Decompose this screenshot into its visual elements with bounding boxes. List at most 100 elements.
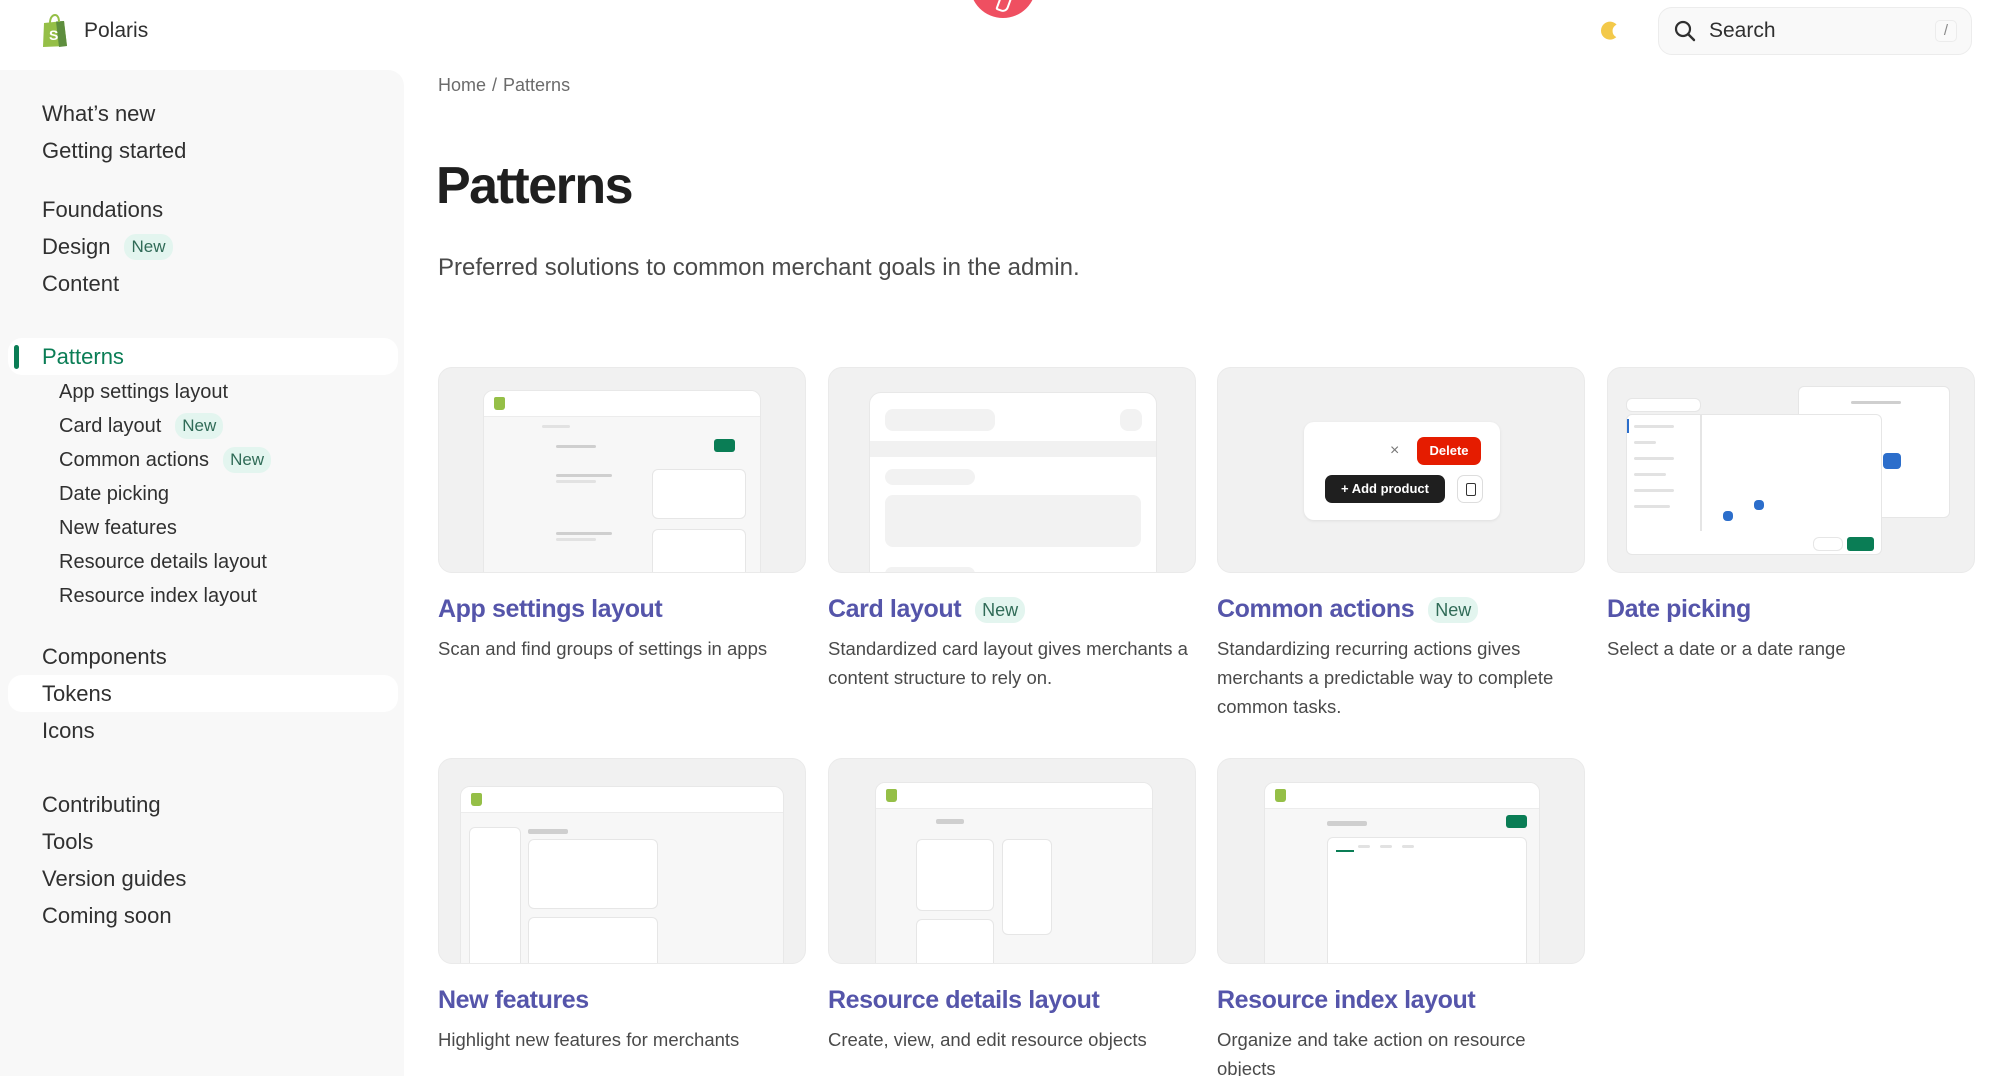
new-badge: New [223,447,272,473]
new-badge: New [975,596,1026,623]
nav-group-patterns: Patterns App settings layout Card layout… [0,338,404,613]
card-thumbnail [828,758,1196,964]
card-title-text: Date picking [1607,595,1751,623]
breadcrumb-home[interactable]: Home [438,75,486,96]
card-description: Standardized card layout gives merchants… [828,638,1188,688]
pattern-card-card-layout[interactable]: Card layout New Standardized card layout … [828,367,1196,692]
sidebar-subitem-label: Resource index layout [59,584,257,607]
new-badge: New [124,233,173,260]
sidebar-item-label: Components [42,643,167,669]
card-description: Standardizing recurring actions gives me… [1217,638,1554,717]
card-title[interactable]: Date picking [1607,595,1975,624]
search-input[interactable]: Search / [1658,7,1972,55]
brand-link[interactable]: S Polaris [40,14,148,48]
sidebar-subitem-date-picking[interactable]: Date picking [0,477,404,511]
sidebar-subitem-label: New features [59,516,177,539]
pattern-card-resource-index-layout[interactable]: Resource index layout Organize and take … [1217,758,1585,1076]
sidebar-item-getting-started[interactable]: Getting started [0,132,404,169]
sidebar-item-coming-soon[interactable]: Coming soon [0,897,404,934]
card-description: Scan and find groups of settings in apps [438,638,768,659]
card-title-text: App settings layout [438,595,663,623]
pattern-card-resource-details-layout[interactable]: Resource details layout Create, view, an… [828,758,1196,1054]
card-title-text: Resource details layout [828,986,1100,1014]
sidebar-item-foundations[interactable]: Foundations [0,191,404,228]
sidebar-subitem-new-features[interactable]: New features [0,511,404,545]
close-icon: × [1390,442,1400,459]
shopify-logo-icon: S [43,14,67,47]
sidebar-item-tools[interactable]: Tools [0,823,404,860]
sidebar-item-contributing[interactable]: Contributing [0,786,404,823]
moon-icon[interactable] [1598,18,1622,42]
mock-admin-window [1264,782,1540,963]
sidebar-item-content[interactable]: Content [0,265,404,302]
sidebar-item-label: Content [42,270,120,296]
card-title-text: Resource index layout [1217,986,1476,1014]
card-description: Select a date or a date range [1607,638,1846,659]
card-thumbnail [438,758,806,964]
sidebar-subitem-card-layout[interactable]: Card layout New [0,409,404,443]
card-title[interactable]: Common actions New [1217,595,1585,624]
search-shortcut-key: / [1935,20,1957,42]
nav-group-foundations: Foundations Design New Content [0,191,404,302]
sidebar-item-label: Contributing [42,791,161,817]
mock-date-range-picker [1626,414,1882,555]
page-title: Patterns [436,157,634,215]
sidebar-item-label: Foundations [42,196,164,222]
sidebar-item-label: Version guides [42,865,187,891]
sidebar-item-patterns[interactable]: Patterns [8,338,398,375]
mock-actions-box: × Delete + Add product [1304,422,1500,520]
breadcrumb-current: Patterns [503,75,571,95]
sidebar-item-design[interactable]: Design New [0,228,404,265]
sidebar-item-label: Coming soon [42,902,172,928]
pattern-card-date-picking[interactable]: Date picking Select a date or a date ran… [1607,367,1975,663]
sidebar-subitem-label: Resource details layout [59,550,267,573]
pattern-card-common-actions[interactable]: × Delete + Add product Common actions New… [1217,367,1585,721]
sidebar-subitem-resource-details-layout[interactable]: Resource details layout [0,545,404,579]
top-bar: S Polaris Search / [0,0,1999,64]
breadcrumb: Home / Patterns [438,75,570,96]
shopify-mini-icon [471,793,482,806]
mock-admin-window [460,786,784,963]
shopify-mini-icon [886,789,897,802]
card-thumbnail [828,367,1196,573]
breadcrumb-separator: / [492,75,498,95]
card-title-text: Common actions [1217,595,1415,623]
sidebar-nav: What’s new Getting started Foundations D… [0,70,404,1076]
sidebar-item-whats-new[interactable]: What’s new [0,95,404,132]
sidebar-subitem-label: Card layout [59,414,162,437]
mock-add-product-button: + Add product [1325,475,1445,503]
card-title[interactable]: App settings layout [438,595,806,624]
pattern-card-app-settings-layout[interactable]: App settings layout Scan and find groups… [438,367,806,663]
sidebar-item-label: What’s new [42,100,156,126]
sidebar-subitem-resource-index-layout[interactable]: Resource index layout [0,579,404,613]
search-icon [1674,20,1696,42]
active-indicator [14,345,19,369]
mock-delete-button: Delete [1417,437,1481,465]
pattern-card-new-features[interactable]: New features Highlight new features for … [438,758,806,1054]
sidebar-item-label: Tools [42,828,94,854]
sidebar-item-version-guides[interactable]: Version guides [0,860,404,897]
card-title[interactable]: Card layout New [828,595,1196,624]
sidebar-item-components[interactable]: Components [0,638,404,675]
sidebar-subitem-app-settings-layout[interactable]: App settings layout [0,375,404,409]
page-subtitle: Preferred solutions to common merchant g… [438,254,1080,281]
sidebar-item-label: Patterns [42,343,124,369]
sidebar-subitem-label: App settings layout [59,380,228,403]
card-title[interactable]: Resource index layout [1217,986,1585,1015]
brand-name: Polaris [84,19,149,42]
card-title[interactable]: Resource details layout [828,986,1196,1015]
clipboard-icon [1457,475,1483,503]
card-thumbnail [1217,758,1585,964]
nav-group-resources: Contributing Tools Version guides Coming… [0,786,404,934]
sidebar-item-tokens[interactable]: Tokens [8,675,398,712]
sidebar-subitem-common-actions[interactable]: Common actions New [0,443,404,477]
card-title[interactable]: New features [438,986,806,1015]
shopify-mini-icon [1275,789,1286,802]
mock-card [869,392,1157,572]
card-description: Organize and take action on resource obj… [1217,1029,1526,1076]
sidebar-subitem-label: Date picking [59,482,170,505]
sidebar-item-label: Tokens [42,680,112,706]
shopify-mini-icon [494,397,505,410]
sidebar-item-icons[interactable]: Icons [0,712,404,749]
card-thumbnail [1607,367,1975,573]
